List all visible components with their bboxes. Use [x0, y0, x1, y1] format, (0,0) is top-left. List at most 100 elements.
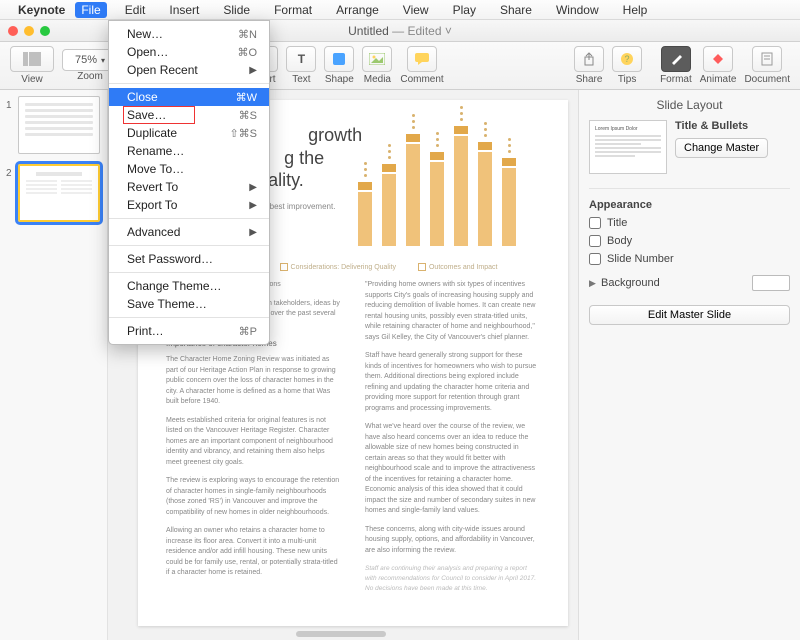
zoom-label: Zoom: [77, 71, 103, 82]
chart-bar: [454, 136, 468, 246]
view-label: View: [21, 74, 43, 85]
text-button[interactable]: T: [286, 46, 316, 72]
chart-bar: [358, 192, 372, 246]
inspector-panel: Slide Layout Lorem Ipsum Dolor Title & B…: [578, 90, 800, 640]
window-close-icon[interactable]: [8, 26, 18, 36]
menu-view[interactable]: View: [397, 2, 435, 18]
background-color-swatch[interactable]: [752, 275, 790, 291]
change-master-button[interactable]: Change Master: [675, 138, 768, 158]
text-icon: T: [298, 52, 305, 66]
format-button[interactable]: [661, 46, 691, 72]
menuitem-save[interactable]: Save…⌘S: [109, 106, 269, 124]
tips-button[interactable]: ?: [612, 46, 642, 72]
format-label: Format: [660, 74, 692, 85]
slide-number-label: 1: [6, 100, 12, 111]
disclosure-triangle-icon[interactable]: ▶: [589, 278, 596, 288]
comment-label: Comment: [400, 74, 443, 85]
animate-button[interactable]: [703, 46, 733, 72]
chart-bar: [382, 174, 396, 246]
menuitem-save-theme[interactable]: Save Theme…: [109, 295, 269, 313]
background-row[interactable]: ▶ Background: [589, 275, 790, 291]
svg-text:?: ?: [625, 54, 630, 64]
menu-arrange[interactable]: Arrange: [330, 2, 385, 18]
document-label: Document: [744, 74, 790, 85]
slide-number-label: 2: [6, 168, 12, 179]
master-row: Lorem Ipsum Dolor Title & Bullets Change…: [589, 120, 790, 189]
menu-file[interactable]: File: [75, 2, 106, 18]
text-label: Text: [292, 74, 310, 85]
menuitem-new[interactable]: New…⌘N: [109, 25, 269, 43]
slide-navigator[interactable]: 1 2: [0, 90, 108, 640]
menu-edit[interactable]: Edit: [119, 2, 152, 18]
traffic-lights: [8, 26, 50, 36]
background-label: Background: [601, 277, 660, 289]
submenu-arrow-icon: ▶: [249, 65, 257, 76]
menuitem-move-to[interactable]: Move To…: [109, 160, 269, 178]
media-icon: [369, 53, 385, 65]
menuitem-revert-to[interactable]: Revert To▶: [109, 178, 269, 196]
menuitem-advanced[interactable]: Advanced▶: [109, 223, 269, 241]
menuitem-set-password[interactable]: Set Password…: [109, 250, 269, 268]
menu-insert[interactable]: Insert: [163, 2, 205, 18]
shape-button[interactable]: [324, 46, 354, 72]
document-icon: [761, 52, 773, 66]
comment-icon: [414, 52, 430, 66]
master-name: Title & Bullets: [675, 120, 790, 132]
menuitem-open-recent[interactable]: Open Recent▶: [109, 61, 269, 79]
title-chevron-icon[interactable]: ˅: [445, 24, 452, 38]
checkbox-title-input[interactable]: [589, 217, 601, 229]
animate-label: Animate: [700, 74, 737, 85]
mac-menubar: Keynote File Edit Insert Slide Format Ar…: [0, 0, 800, 20]
edit-master-button[interactable]: Edit Master Slide: [589, 305, 790, 325]
menuitem-export-to[interactable]: Export To▶: [109, 196, 269, 214]
appearance-header: Appearance: [589, 199, 790, 211]
tips-label: Tips: [618, 74, 637, 85]
share-label: Share: [576, 74, 603, 85]
slide-thumb-1[interactable]: 1: [18, 96, 103, 154]
view-button[interactable]: [10, 46, 54, 72]
inspector-title: Slide Layout: [589, 98, 790, 112]
legend-item: Outcomes and Impact: [418, 263, 497, 271]
document-modified-label: — Edited: [389, 24, 442, 38]
chart-bar: [430, 162, 444, 246]
chart-bar: [502, 168, 516, 246]
media-button[interactable]: [362, 46, 392, 72]
menu-play[interactable]: Play: [447, 2, 482, 18]
file-menu-dropdown[interactable]: New…⌘NOpen…⌘OOpen Recent▶ Close⌘WSave…⌘SD…: [108, 20, 270, 345]
document-title: Untitled: [348, 24, 389, 38]
chart-bar: [406, 144, 420, 246]
menu-help[interactable]: Help: [617, 2, 654, 18]
menu-format[interactable]: Format: [268, 2, 318, 18]
menuitem-print[interactable]: Print…⌘P: [109, 322, 269, 340]
app-name[interactable]: Keynote: [18, 3, 65, 17]
checkbox-body[interactable]: Body: [589, 235, 790, 247]
window-zoom-icon[interactable]: [40, 26, 50, 36]
checkbox-body-input[interactable]: [589, 235, 601, 247]
share-button[interactable]: [574, 46, 604, 72]
submenu-arrow-icon: ▶: [249, 227, 257, 238]
checkbox-slidenum-input[interactable]: [589, 253, 601, 265]
share-icon: [582, 52, 596, 66]
comment-button[interactable]: [407, 46, 437, 72]
zoom-value: 75%: [75, 54, 97, 66]
checkbox-title[interactable]: Title: [589, 217, 790, 229]
document-button[interactable]: [752, 46, 782, 72]
menuitem-open[interactable]: Open…⌘O: [109, 43, 269, 61]
menuitem-close[interactable]: Close⌘W: [109, 88, 269, 106]
menuitem-rename[interactable]: Rename…: [109, 142, 269, 160]
menu-slide[interactable]: Slide: [217, 2, 256, 18]
toolbar-view-group: View: [10, 46, 54, 85]
menu-share[interactable]: Share: [494, 2, 538, 18]
view-icon: [23, 52, 41, 66]
slide-thumb-2[interactable]: 2: [18, 164, 103, 222]
window-minimize-icon[interactable]: [24, 26, 34, 36]
menuitem-duplicate[interactable]: Duplicate⇧⌘S: [109, 124, 269, 142]
horizontal-scrollbar[interactable]: [296, 631, 386, 637]
checkbox-slidenum[interactable]: Slide Number: [589, 253, 790, 265]
tips-icon: ?: [620, 52, 634, 66]
animate-icon: [711, 52, 725, 66]
chevron-down-icon: ▾: [101, 56, 105, 65]
menu-window[interactable]: Window: [550, 2, 605, 18]
menuitem-change-theme[interactable]: Change Theme…: [109, 277, 269, 295]
legend-item: Considerations: Delivering Quality: [280, 263, 396, 271]
